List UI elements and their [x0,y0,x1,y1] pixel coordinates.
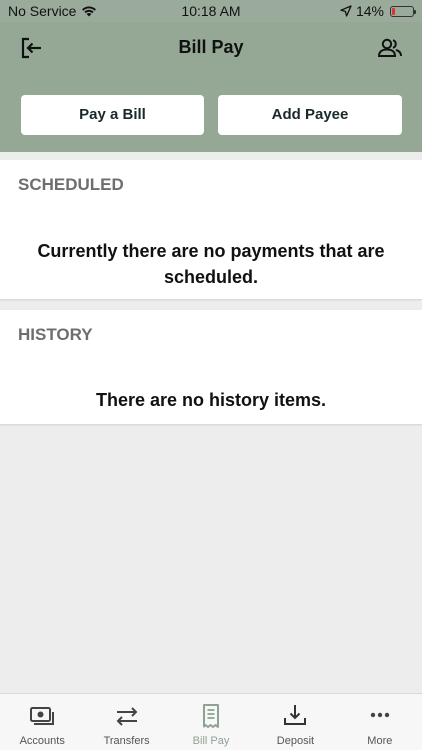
battery-icon [390,5,416,17]
tab-deposit-label: Deposit [276,735,315,747]
transfers-icon [116,707,138,726]
scheduled-empty-message: Currently there are no payments that are… [37,241,385,287]
tab-transfers[interactable]: Transfers [84,694,168,750]
tab-transfers-label: Transfers [103,735,150,747]
tab-more[interactable]: More [338,694,422,750]
history-empty-message: There are no history items. [95,390,327,410]
location-arrow-icon [340,5,352,17]
add-payee-button[interactable]: Add Payee [218,95,402,135]
bill-pay-icon [203,704,220,728]
history-heading: HISTORY [18,325,93,344]
tab-bill-pay[interactable]: Bill Pay [169,694,253,750]
status-bar: No Service 10:18 AM 14% [0,0,422,22]
pay-bill-button[interactable]: Pay a Bill [21,95,204,135]
people-icon [377,38,402,57]
status-right: 14% [340,3,416,19]
tab-bill-pay-label: Bill Pay [192,735,230,747]
tab-accounts-label: Accounts [19,735,65,747]
carrier-label: No Service [8,3,77,19]
wifi-icon [82,6,97,17]
scheduled-section: SCHEDULED Currently there are no payment… [0,160,422,299]
app-header: Bill Pay Pay a Bill Add Payee [0,22,422,152]
scheduled-heading: SCHEDULED [18,175,124,194]
accounts-icon [30,707,55,725]
tab-accounts[interactable]: Accounts [0,694,84,750]
carrier-info: No Service [8,3,97,19]
tab-deposit[interactable]: Deposit [253,694,337,750]
page-title: Bill Pay [178,37,244,57]
history-section: HISTORY There are no history items. [0,310,422,424]
manage-payees-button[interactable] [376,34,404,62]
battery-percent: 14% [355,3,384,19]
tab-more-label: More [367,735,393,747]
deposit-icon [284,705,307,725]
more-icon [370,712,390,718]
tab-bar: Accounts Transfers Bill Pay Deposit More [0,693,422,750]
